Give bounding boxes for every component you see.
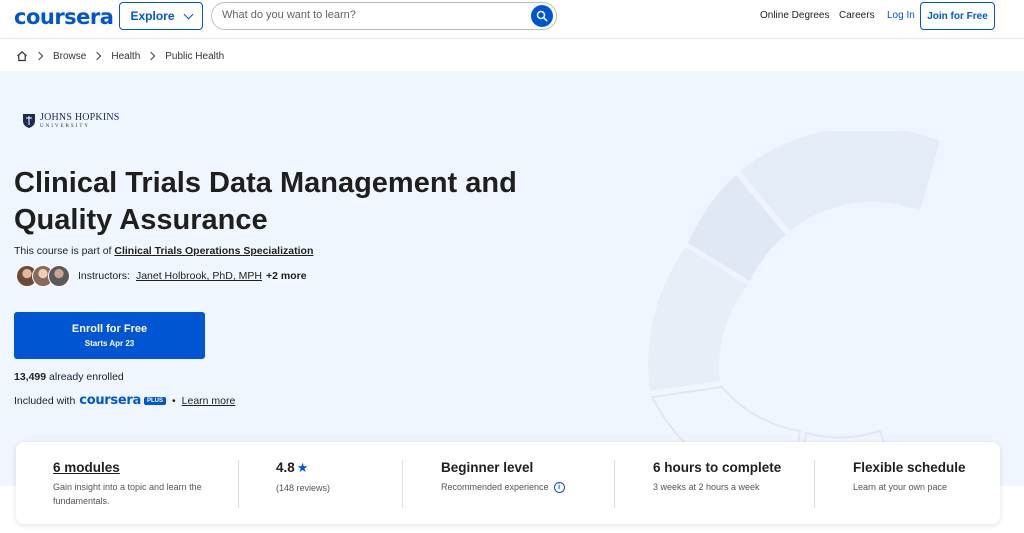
specialization-note: This course is part of Clinical Trials O… bbox=[14, 245, 313, 257]
hero-banner: JOHNS HOPKINS UNIVERSITY Clinical Trials… bbox=[0, 71, 1024, 486]
breadcrumb-health[interactable]: Health bbox=[111, 51, 140, 62]
level-cell: Beginner level Recommended experience i bbox=[441, 460, 565, 494]
divider bbox=[402, 460, 403, 508]
search-input[interactable] bbox=[222, 9, 522, 21]
enrolled-number: 13,499 bbox=[14, 371, 47, 383]
specialization-link[interactable]: Clinical Trials Operations Specializatio… bbox=[114, 245, 313, 257]
duration-cell: 6 hours to complete 3 weeks at 2 hours a… bbox=[653, 460, 781, 494]
divider bbox=[614, 460, 615, 508]
breadcrumb: Browse Health Public Health bbox=[16, 48, 224, 64]
duration-title: 6 hours to complete bbox=[653, 460, 782, 475]
decorative-rings bbox=[648, 131, 940, 486]
search-button[interactable] bbox=[531, 5, 553, 27]
top-nav: coursera Explore Online Degrees Careers … bbox=[0, 0, 1024, 39]
star-icon: ★ bbox=[296, 460, 309, 475]
search-bar bbox=[211, 2, 557, 30]
review-count: (148 reviews) bbox=[276, 483, 331, 493]
included-prefix: Included with bbox=[14, 394, 76, 407]
enrolled-count: 13,499 already enrolled bbox=[14, 371, 124, 383]
explore-label: Explore bbox=[130, 9, 175, 23]
explore-button[interactable]: Explore bbox=[119, 2, 203, 30]
plus-badge: PLUS bbox=[143, 396, 166, 405]
course-title: Clinical Trials Data Management and Qual… bbox=[14, 167, 517, 236]
modules-link[interactable]: 6 modules bbox=[53, 460, 223, 475]
schedule-description: Learn at your own pace bbox=[853, 482, 948, 492]
johns-hopkins-logo[interactable]: JOHNS HOPKINS UNIVERSITY bbox=[22, 113, 120, 129]
online-degrees-link[interactable]: Online Degrees bbox=[760, 10, 829, 21]
chevron-right-icon bbox=[93, 51, 102, 61]
chevron-right-icon bbox=[34, 51, 44, 61]
info-icon[interactable]: i bbox=[553, 482, 565, 494]
divider bbox=[238, 460, 239, 508]
rating-cell: 4.8 ★ (148 reviews) bbox=[276, 460, 330, 495]
divider bbox=[814, 460, 815, 508]
modules-description: Gain insight into a topic and learn the … bbox=[53, 482, 202, 506]
instructor-link[interactable]: Janet Holbrook, PhD, MPH bbox=[136, 270, 262, 282]
login-link[interactable]: Log In bbox=[887, 10, 915, 21]
level-title: Beginner level bbox=[441, 460, 534, 475]
instructors-row: Instructors: Janet Holbrook, PhD, MPH +2… bbox=[16, 264, 307, 288]
included-with-plus: Included with coursera PLUS • Learn more bbox=[14, 393, 235, 408]
instructors-label: Instructors: bbox=[78, 270, 130, 282]
chevron-down-icon bbox=[183, 9, 193, 19]
university-name: JOHNS HOPKINS bbox=[40, 112, 120, 123]
coursera-logo[interactable]: coursera bbox=[14, 5, 114, 29]
university-subname: UNIVERSITY bbox=[40, 124, 90, 129]
rating-value: 4.8 bbox=[276, 460, 295, 475]
home-icon[interactable] bbox=[16, 50, 28, 62]
join-for-free-button[interactable]: Join for Free bbox=[920, 2, 995, 30]
learn-more-link[interactable]: Learn more bbox=[182, 395, 236, 407]
enroll-start-date: Starts Apr 23 bbox=[84, 339, 135, 348]
coursera-plus-logo: coursera bbox=[79, 393, 141, 408]
duration-description: 3 weeks at 2 hours a week bbox=[653, 482, 760, 492]
course-info-card: 6 modules Gain insight into a topic and … bbox=[16, 442, 1000, 524]
breadcrumb-browse[interactable]: Browse bbox=[53, 51, 86, 62]
spec-prefix: This course is part of bbox=[14, 245, 112, 257]
breadcrumb-public-health[interactable]: Public Health bbox=[165, 51, 224, 62]
separator-dot: • bbox=[171, 394, 176, 407]
search-icon bbox=[536, 10, 548, 22]
careers-link[interactable]: Careers bbox=[839, 10, 875, 21]
avatar bbox=[48, 265, 70, 287]
enroll-label: Enroll for Free bbox=[71, 323, 148, 335]
schedule-cell: Flexible schedule Learn at your own pace bbox=[853, 460, 966, 494]
modules-cell: 6 modules Gain insight into a topic and … bbox=[53, 460, 223, 508]
shield-icon bbox=[23, 114, 35, 128]
level-description: Recommended experience bbox=[441, 482, 549, 492]
schedule-title: Flexible schedule bbox=[853, 460, 966, 475]
instructor-avatars[interactable] bbox=[16, 265, 70, 287]
more-instructors[interactable]: +2 more bbox=[266, 270, 307, 282]
enrolled-suffix: already enrolled bbox=[49, 371, 124, 383]
enroll-button[interactable]: Enroll for Free Starts Apr 23 bbox=[14, 312, 205, 359]
chevron-right-icon bbox=[147, 51, 156, 61]
